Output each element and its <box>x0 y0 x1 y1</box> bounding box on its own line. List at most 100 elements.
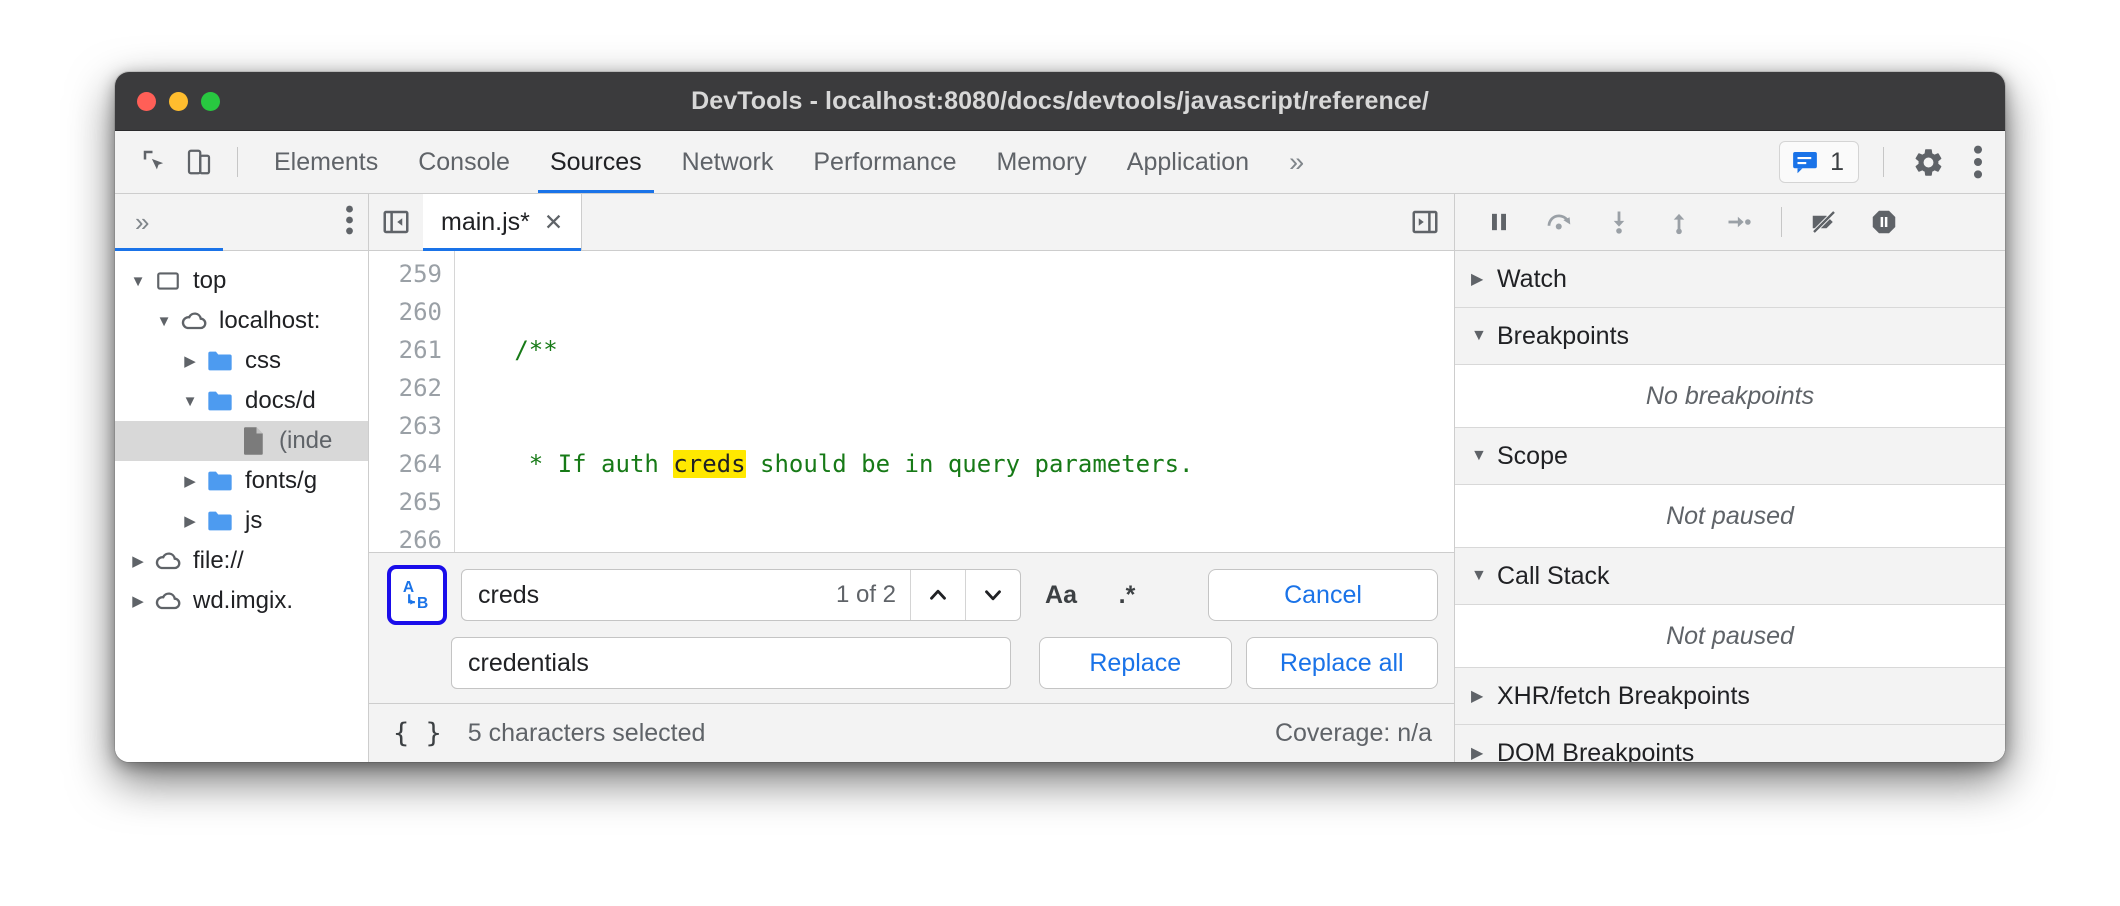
next-match-button[interactable] <box>965 570 1020 620</box>
editor-tabbar: main.js* ✕ <box>369 194 1454 251</box>
code-editor[interactable]: 259 260 261 262 263 264 265 266 267 /** … <box>369 251 1454 552</box>
navigator-kebab-menu-icon[interactable] <box>345 205 354 240</box>
section-watch[interactable]: ▶ Watch <box>1455 251 2005 308</box>
chevron-down-icon: ▼ <box>1471 447 1485 465</box>
code-segment: * If auth <box>471 450 673 478</box>
replace-input[interactable] <box>452 649 1010 678</box>
section-xhr-fetch-breakpoints[interactable]: ▶ XHR/fetch Breakpoints <box>1455 668 2005 725</box>
disclosure-triangle-icon[interactable]: ▼ <box>151 313 177 330</box>
file-tab-label: main.js* <box>441 208 530 237</box>
section-call-stack[interactable]: ▼ Call Stack <box>1455 548 2005 605</box>
editor-file-tab-main-js[interactable]: main.js* ✕ <box>423 194 582 250</box>
tab-label: Performance <box>813 148 956 177</box>
chevron-right-icon: ▶ <box>1471 269 1485 289</box>
tab-label: Application <box>1127 148 1249 177</box>
cancel-button[interactable]: Cancel <box>1208 569 1438 621</box>
replace-button[interactable]: Replace <box>1039 637 1232 689</box>
code-segment: /** <box>471 336 558 364</box>
section-breakpoints[interactable]: ▼ Breakpoints <box>1455 308 2005 365</box>
minimize-button[interactable] <box>169 92 188 111</box>
disclosure-triangle-icon[interactable]: ▶ <box>177 512 203 530</box>
step-into-icon[interactable] <box>1593 200 1645 244</box>
match-count-label: 1 of 2 <box>836 581 910 609</box>
selection-status-label: 5 characters selected <box>468 719 706 748</box>
navigator-more-chevron-icon[interactable]: » <box>135 207 146 238</box>
search-replace-widget: A B 1 of 2 <box>369 552 1454 703</box>
tab-elements[interactable]: Elements <box>254 131 398 193</box>
section-scope[interactable]: ▼ Scope <box>1455 428 2005 485</box>
more-tabs-chevron-icon[interactable]: » <box>1269 147 1321 178</box>
tab-memory[interactable]: Memory <box>976 131 1106 193</box>
cloud-icon <box>177 307 211 335</box>
tree-item-js[interactable]: ▶ js <box>115 501 368 541</box>
step-out-icon[interactable] <box>1653 200 1705 244</box>
scope-empty-message: Not paused <box>1455 485 2005 548</box>
deactivate-breakpoints-icon[interactable] <box>1798 200 1850 244</box>
tab-performance[interactable]: Performance <box>793 131 976 193</box>
disclosure-triangle-icon[interactable]: ▼ <box>177 393 203 410</box>
match-case-button[interactable]: Aa <box>1035 570 1087 620</box>
tab-sources[interactable]: Sources <box>530 131 662 193</box>
tab-network[interactable]: Network <box>662 131 794 193</box>
tree-item-fonts[interactable]: ▶ fonts/g <box>115 461 368 501</box>
tree-item-index[interactable]: ▶ (inde <box>115 421 368 461</box>
line-number: 264 <box>369 445 442 483</box>
line-number: 266 <box>369 521 442 552</box>
replace-input-box[interactable] <box>451 637 1011 689</box>
gear-icon[interactable] <box>1898 146 1959 179</box>
disclosure-triangle-icon[interactable]: ▼ <box>125 273 151 290</box>
section-title: XHR/fetch Breakpoints <box>1497 682 1750 711</box>
close-button[interactable] <box>137 92 156 111</box>
console-messages-badge[interactable]: 1 <box>1779 141 1859 183</box>
pretty-print-button[interactable]: { } <box>387 718 448 749</box>
find-row: A B 1 of 2 <box>385 565 1438 625</box>
kebab-menu-icon[interactable] <box>1959 145 2005 179</box>
tree-item-docs[interactable]: ▼ docs/d <box>115 381 368 421</box>
pause-on-exceptions-icon[interactable] <box>1858 200 1910 244</box>
devtools-main-toolbar: Elements Console Sources Network Perform… <box>115 131 2005 194</box>
disclosure-triangle-icon[interactable]: ▶ <box>177 352 203 370</box>
zoom-button[interactable] <box>201 92 220 111</box>
traffic-lights <box>137 92 220 111</box>
inspect-element-icon[interactable] <box>133 140 177 184</box>
close-icon[interactable]: ✕ <box>544 209 563 236</box>
previous-match-button[interactable] <box>910 570 965 620</box>
section-dom-breakpoints[interactable]: ▶ DOM Breakpoints <box>1455 725 2005 762</box>
tree-item-localhost[interactable]: ▼ localhost: <box>115 301 368 341</box>
tree-item-wd-imgix[interactable]: ▶ wd.imgix. <box>115 581 368 621</box>
tab-application[interactable]: Application <box>1107 131 1269 193</box>
tree-item-css[interactable]: ▶ css <box>115 341 368 381</box>
collapse-navigator-icon[interactable] <box>369 194 423 250</box>
tree-item-top[interactable]: ▼ top <box>115 261 368 301</box>
folder-icon <box>203 469 237 493</box>
line-number: 259 <box>369 255 442 293</box>
tree-item-file-protocol[interactable]: ▶ file:// <box>115 541 368 581</box>
step-over-icon[interactable] <box>1533 200 1585 244</box>
search-match-active: creds <box>673 450 745 478</box>
chevron-right-icon: ▶ <box>1471 743 1485 762</box>
tab-label: Network <box>682 148 774 177</box>
pause-icon[interactable] <box>1473 200 1525 244</box>
coverage-label: Coverage: n/a <box>1275 719 1432 748</box>
disclosure-triangle-icon[interactable]: ▶ <box>125 552 151 570</box>
find-input-box[interactable]: 1 of 2 <box>461 569 1021 621</box>
expand-debugger-icon[interactable] <box>1396 194 1454 250</box>
disclosure-triangle-icon[interactable]: ▶ <box>177 472 203 490</box>
folder-icon <box>203 349 237 373</box>
tab-console[interactable]: Console <box>398 131 530 193</box>
navigator-toolbar: » <box>115 194 368 251</box>
disclosure-triangle-icon[interactable]: ▶ <box>125 592 151 610</box>
section-title: Call Stack <box>1497 562 1610 591</box>
search-input[interactable] <box>462 581 836 610</box>
section-title: Scope <box>1497 442 1568 471</box>
regex-button[interactable]: .* <box>1101 570 1153 620</box>
replace-all-button[interactable]: Replace all <box>1246 637 1439 689</box>
code-content[interactable]: /** * If auth creds should be in query p… <box>455 251 1454 552</box>
step-icon[interactable] <box>1713 200 1765 244</box>
debugger-toolbar-divider <box>1781 207 1782 237</box>
replace-a-to-b-icon[interactable]: A B <box>387 565 447 625</box>
section-title: Breakpoints <box>1497 322 1629 351</box>
device-toolbar-icon[interactable] <box>177 140 221 184</box>
code-line: * If auth creds should be in query param… <box>471 445 1454 483</box>
debugger-sidebar: ▶ Watch ▼ Breakpoints No breakpoints ▼ S… <box>1455 194 2005 762</box>
